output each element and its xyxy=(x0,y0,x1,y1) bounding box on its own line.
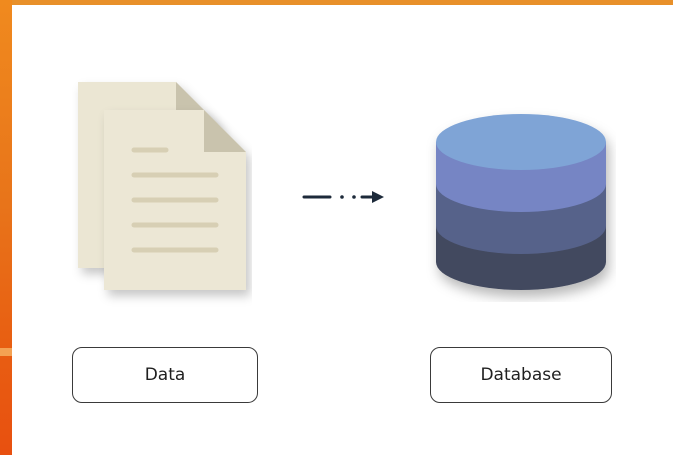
front-page xyxy=(104,110,246,290)
slide-canvas: Data Database xyxy=(0,0,673,455)
data-label: Data xyxy=(144,365,186,385)
data-label-box: Data xyxy=(72,347,258,403)
left-accent-bar xyxy=(0,0,12,455)
top-accent-bar xyxy=(0,0,673,5)
database-label: Database xyxy=(480,365,562,385)
database-label-box: Database xyxy=(430,347,612,403)
database-cylinder-icon xyxy=(436,114,606,290)
dash-dot-arrow-icon xyxy=(302,191,384,203)
left-accent-notch xyxy=(0,348,12,356)
document-stack-icon xyxy=(78,82,246,290)
